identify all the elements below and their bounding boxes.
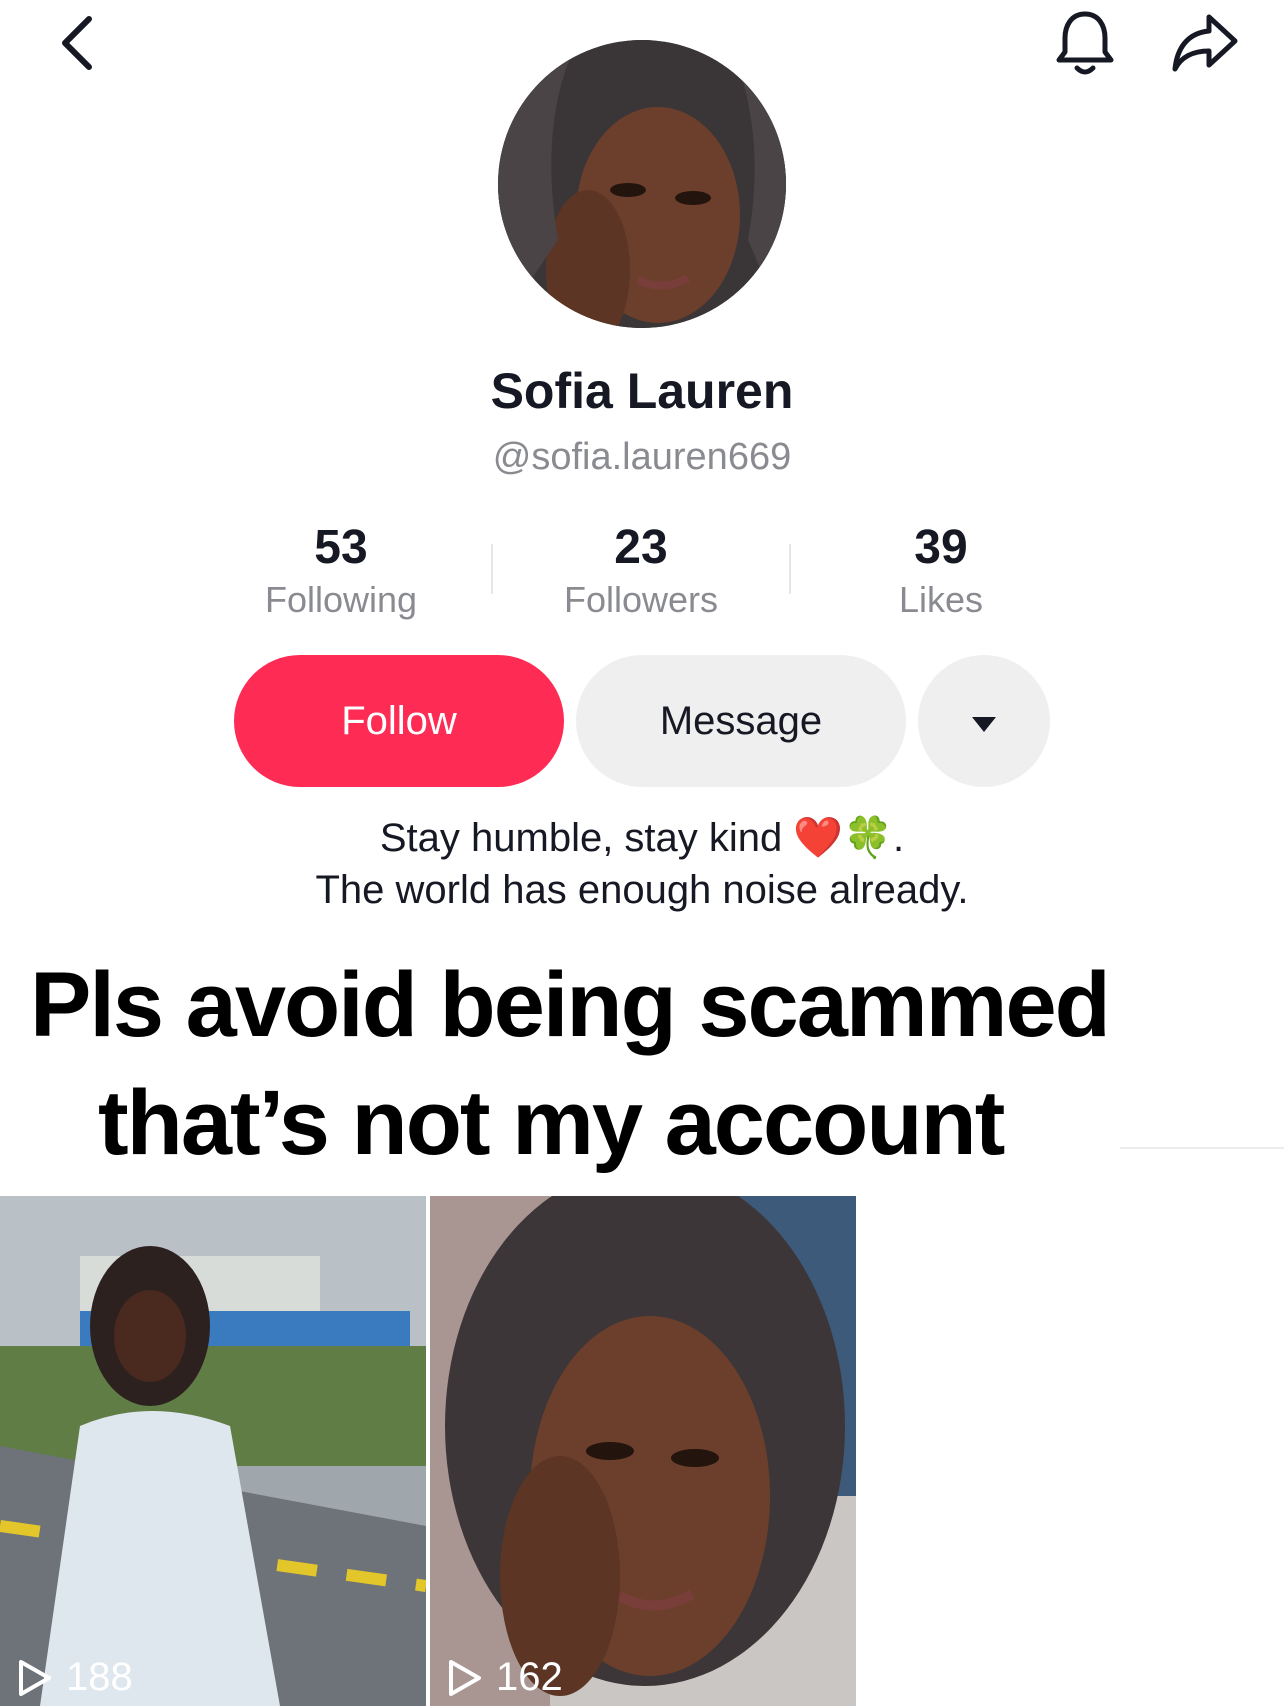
play-icon xyxy=(449,1659,481,1696)
profile-stats: 53 Following 23 Followers 39 Likes xyxy=(191,518,1091,628)
stat-likes[interactable]: 39 Likes xyxy=(791,518,1091,628)
stat-following[interactable]: 53 Following xyxy=(191,518,491,628)
stat-count: 23 xyxy=(614,521,668,574)
video-thumbnail-image xyxy=(430,1196,856,1706)
notification-bell-button[interactable] xyxy=(1040,0,1130,90)
divider xyxy=(1120,1147,1284,1149)
display-name: Sofia Lauren xyxy=(490,363,794,419)
message-button[interactable]: Message xyxy=(576,655,906,787)
stat-count: 39 xyxy=(914,521,968,574)
follow-button[interactable]: Follow xyxy=(234,655,564,787)
share-arrow-icon xyxy=(1169,11,1241,80)
stat-divider xyxy=(491,544,493,594)
caption-overlay-line-2: that’s not my account xyxy=(98,1072,1005,1174)
bio-line-1: Stay humble, stay kind ❤️🍀. xyxy=(379,816,905,860)
profile-photo xyxy=(498,40,786,328)
back-button[interactable] xyxy=(32,0,122,90)
play-count: 188 xyxy=(18,1655,133,1700)
bio: Stay humble, stay kind ❤️🍀. The world ha… xyxy=(0,812,1284,916)
play-icon xyxy=(19,1659,51,1696)
bio-line-2: The world has enough noise already. xyxy=(315,868,969,912)
chevron-left-icon xyxy=(57,13,97,78)
share-button[interactable] xyxy=(1160,0,1250,90)
heart-clover-emoji: ❤️🍀 xyxy=(793,816,894,860)
stat-label: Following xyxy=(264,579,418,620)
stat-followers[interactable]: 23 Followers xyxy=(491,518,791,628)
caret-down-icon xyxy=(970,699,998,744)
bell-icon xyxy=(1053,8,1117,83)
play-count: 162 xyxy=(448,1655,563,1700)
stat-count: 53 xyxy=(314,521,368,574)
video-thumbnail[interactable]: 162 xyxy=(430,1196,856,1706)
more-options-button[interactable] xyxy=(918,655,1050,787)
username: @sofia.lauren669 xyxy=(492,436,792,478)
avatar[interactable] xyxy=(498,40,786,328)
caption-overlay-line-1: Pls avoid being scammed xyxy=(30,954,1111,1056)
stat-label: Followers xyxy=(563,579,719,620)
stat-label: Likes xyxy=(898,579,984,620)
video-thumbnail-image xyxy=(0,1196,426,1706)
video-thumbnail[interactable]: 188 xyxy=(0,1196,426,1706)
